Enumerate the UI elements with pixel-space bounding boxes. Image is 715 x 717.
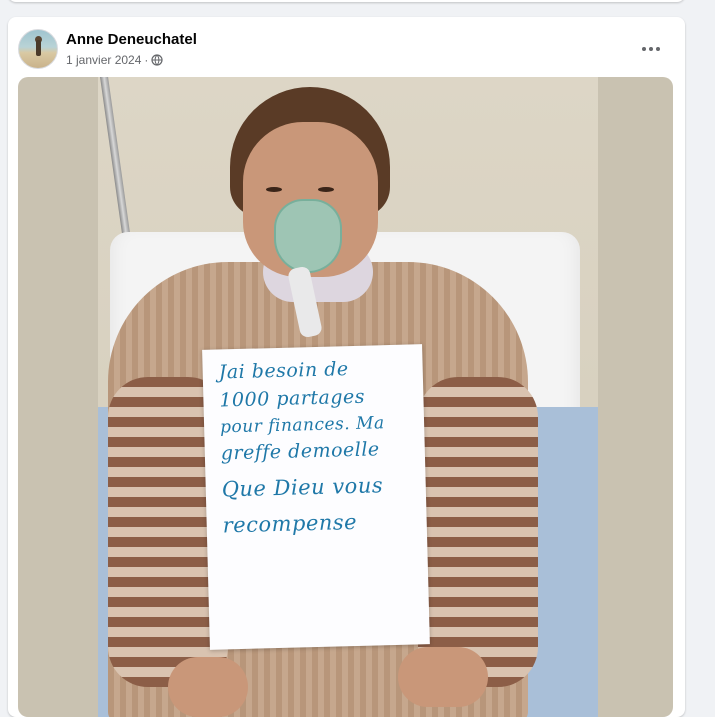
post-card: Anne Deneuchatel 1 janvier 2024 · Jai be… xyxy=(8,17,685,717)
post-date[interactable]: 1 janvier 2024 xyxy=(66,53,141,67)
post-photo[interactable]: Jai besoin de 1000 partages pour finance… xyxy=(18,77,673,717)
right-sleeve xyxy=(418,377,538,687)
post-header: Anne Deneuchatel 1 janvier 2024 · xyxy=(18,29,675,71)
more-horizontal-icon xyxy=(642,47,660,51)
sign-line: pour finances. Ma xyxy=(219,412,385,437)
previous-post-card-edge xyxy=(8,0,685,2)
avatar-figure-body xyxy=(36,40,41,56)
handwritten-sign: Jai besoin de 1000 partages pour finance… xyxy=(202,344,430,650)
right-hand xyxy=(398,647,488,707)
globe-icon[interactable] xyxy=(151,54,163,66)
author-name[interactable]: Anne Deneuchatel xyxy=(66,31,197,48)
sign-line: greffe demoelle xyxy=(220,438,380,465)
right-eye xyxy=(318,187,334,192)
sign-line: Jai besoin de xyxy=(218,358,349,384)
oxygen-mask xyxy=(274,199,342,273)
sign-line: recompense xyxy=(222,509,358,538)
meta-separator: · xyxy=(144,53,149,67)
more-options-button[interactable] xyxy=(633,31,669,67)
left-hand xyxy=(168,657,248,717)
left-eye xyxy=(266,187,282,192)
sign-line: Que Dieu vous xyxy=(221,472,384,501)
author-avatar[interactable] xyxy=(18,29,58,69)
post-meta: 1 janvier 2024 · xyxy=(66,53,163,67)
sign-line: 1000 partages xyxy=(219,385,366,412)
